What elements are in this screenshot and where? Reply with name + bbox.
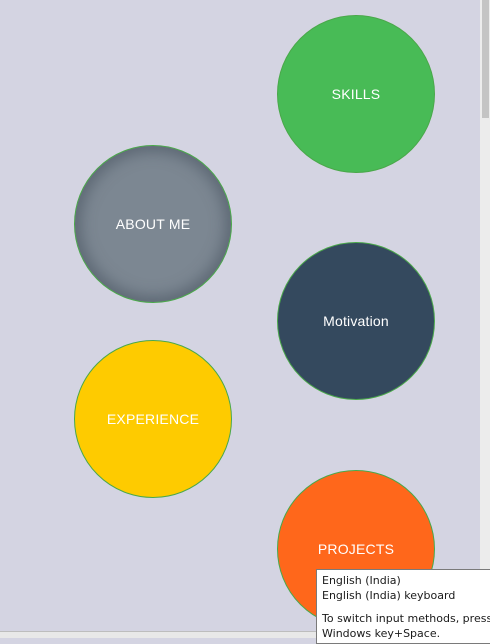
motivation-circle-button[interactable]: Motivation [277,242,435,400]
tooltip-keyboard: English (India) keyboard [322,589,456,602]
about-me-label: ABOUT ME [115,216,191,232]
scrollbar-thumb[interactable] [482,0,489,118]
tooltip-hint-line1: To switch input methods, press [322,612,490,625]
input-method-tooltip: English (India) English (India) keyboard… [316,569,490,644]
experience-circle-button[interactable]: EXPERIENCE [74,340,232,498]
about-me-circle-button[interactable]: ABOUT ME [74,145,232,303]
projects-label: PROJECTS [317,541,395,557]
tooltip-language: English (India) [322,574,401,587]
skills-circle-button[interactable]: SKILLS [277,15,435,173]
vertical-scrollbar[interactable] [480,0,490,632]
experience-label: EXPERIENCE [106,411,200,427]
skills-label: SKILLS [331,86,381,102]
tooltip-hint-line2: Windows key+Space. [322,627,441,640]
motivation-label: Motivation [323,313,389,329]
